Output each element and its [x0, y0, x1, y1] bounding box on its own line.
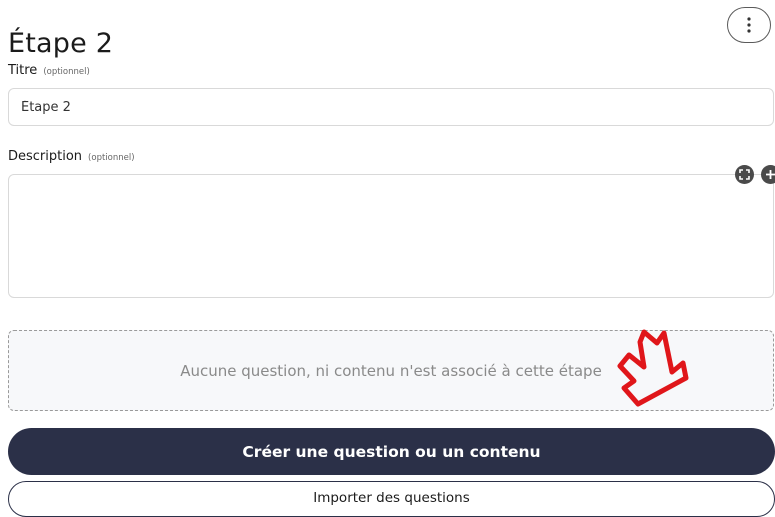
description-field-label: Description (optionnel) — [8, 149, 135, 164]
description-optional-hint: (optionnel) — [88, 153, 135, 163]
more-vertical-icon — [747, 17, 751, 33]
description-label-text: Description — [8, 149, 83, 164]
empty-state-message: Aucune question, ni contenu n'est associ… — [180, 361, 602, 380]
import-questions-button[interactable]: Importer des questions — [8, 481, 775, 517]
more-options-button[interactable] — [727, 7, 771, 43]
page-title: Étape 2 — [8, 28, 114, 60]
description-textarea[interactable] — [8, 174, 774, 298]
fullscreen-button[interactable] — [735, 165, 754, 184]
title-label-text: Titre — [8, 63, 38, 78]
create-question-button[interactable]: Créer une question ou un contenu — [8, 428, 775, 475]
title-optional-hint: (optionnel) — [43, 67, 90, 77]
plus-circle-icon — [766, 170, 775, 179]
fullscreen-icon — [739, 169, 750, 180]
title-input[interactable] — [8, 88, 774, 126]
red-arrow-annotation — [617, 329, 689, 407]
title-field-label: Titre (optionnel) — [8, 63, 90, 78]
add-content-button[interactable] — [761, 165, 775, 184]
